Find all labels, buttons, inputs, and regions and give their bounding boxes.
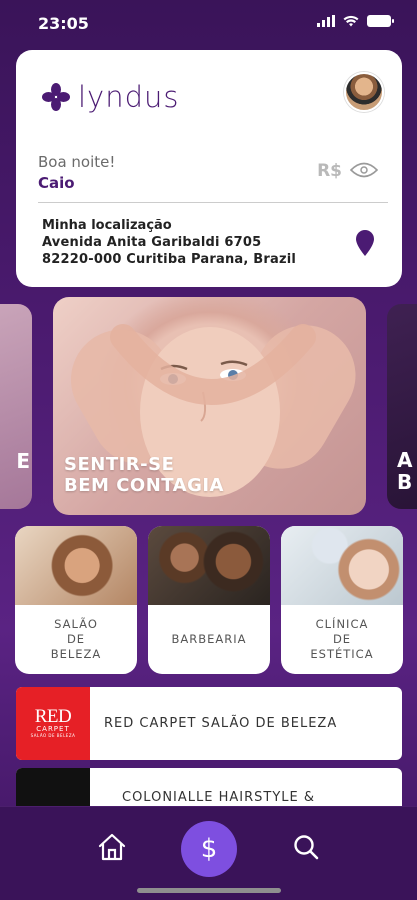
logo-text: lyndus [78,80,180,114]
salon-logo-tag: SALÃO DE BELEZA [30,733,76,738]
balance-currency: R$ [317,161,342,181]
banner-prev-text: E [16,449,30,473]
bottom-nav: $ [0,806,417,900]
eye-icon[interactable] [350,161,378,179]
salon-item-colonialle[interactable]: COLONIALLE HAIRSTYLE & [16,768,402,808]
location-city: 82220-000 Curitiba Parana, Brazil [42,252,297,267]
category-label: SALÃO DE BELEZA [15,605,137,674]
status-bar: 23:05 [0,0,417,46]
salon-name: RED CARPET SALÃO DE BELEZA [104,716,338,731]
banner-prev[interactable]: E [0,304,32,509]
category-label: CLÍNICA DE ESTÉTICA [281,605,403,674]
wifi-icon [343,15,359,27]
status-time: 23:05 [38,14,89,33]
home-indicator [137,888,281,893]
salon-logo-main: RED [34,706,72,727]
banner-slogan: SENTIR-SE BEM CONTAGIA [64,454,224,496]
category-label-line: CLÍNICA [315,617,369,631]
user-name: Caio [38,174,75,192]
account-card: lyndus Boa noite! Caio R$ Minha localiza… [16,50,402,287]
avatar[interactable] [344,72,384,112]
category-barbearia[interactable]: BARBEARIA [148,526,270,674]
category-photo [281,526,403,605]
banner-main[interactable]: SENTIR-SE BEM CONTAGIA [53,297,366,515]
signal-icon [317,15,335,27]
salon-item-red-carpet[interactable]: RED CARPET SALÃO DE BELEZA RED CARPET SA… [16,687,402,760]
location-pin-icon[interactable] [356,230,374,256]
category-label-line: DE [332,632,352,646]
location-title: Minha localização [42,218,172,233]
category-photo [148,526,270,605]
banner-slogan-line1: SENTIR-SE [64,454,175,475]
category-label-line: ESTÉTICA [310,647,374,661]
status-icons [317,15,394,27]
category-label-line: DE [66,632,86,646]
salon-name: COLONIALLE HAIRSTYLE & [122,790,315,805]
divider [38,202,388,203]
banner-next[interactable]: A B [387,304,417,509]
banner-next-text: A B [397,449,412,493]
salon-logo-sub: CARPET [36,725,70,733]
salon-logo: RED CARPET SALÃO DE BELEZA [16,687,90,760]
greeting: Boa noite! [38,153,116,171]
category-label: BARBEARIA [148,605,270,674]
location-address: Avenida Anita Garibaldi 6705 [42,235,262,250]
category-photo [15,526,137,605]
lyndus-logo-icon [42,83,70,111]
dollar-icon[interactable]: $ [181,821,237,877]
category-label-line: BELEZA [50,647,102,661]
battery-icon [367,15,394,27]
category-label-line: BARBEARIA [171,632,247,646]
salon-logo [16,768,90,808]
category-clinica-de-estetica[interactable]: CLÍNICA DE ESTÉTICA [281,526,403,674]
search-icon[interactable] [292,833,320,861]
category-label-line: SALÃO [54,617,98,631]
category-salao-de-beleza[interactable]: SALÃO DE BELEZA [15,526,137,674]
lyndus-logo: lyndus [42,80,180,114]
banner-next-line2: B [397,470,413,494]
home-icon[interactable] [97,833,127,861]
banner-slogan-line2: BEM CONTAGIA [64,475,224,496]
banner-next-line1: A [397,448,413,472]
